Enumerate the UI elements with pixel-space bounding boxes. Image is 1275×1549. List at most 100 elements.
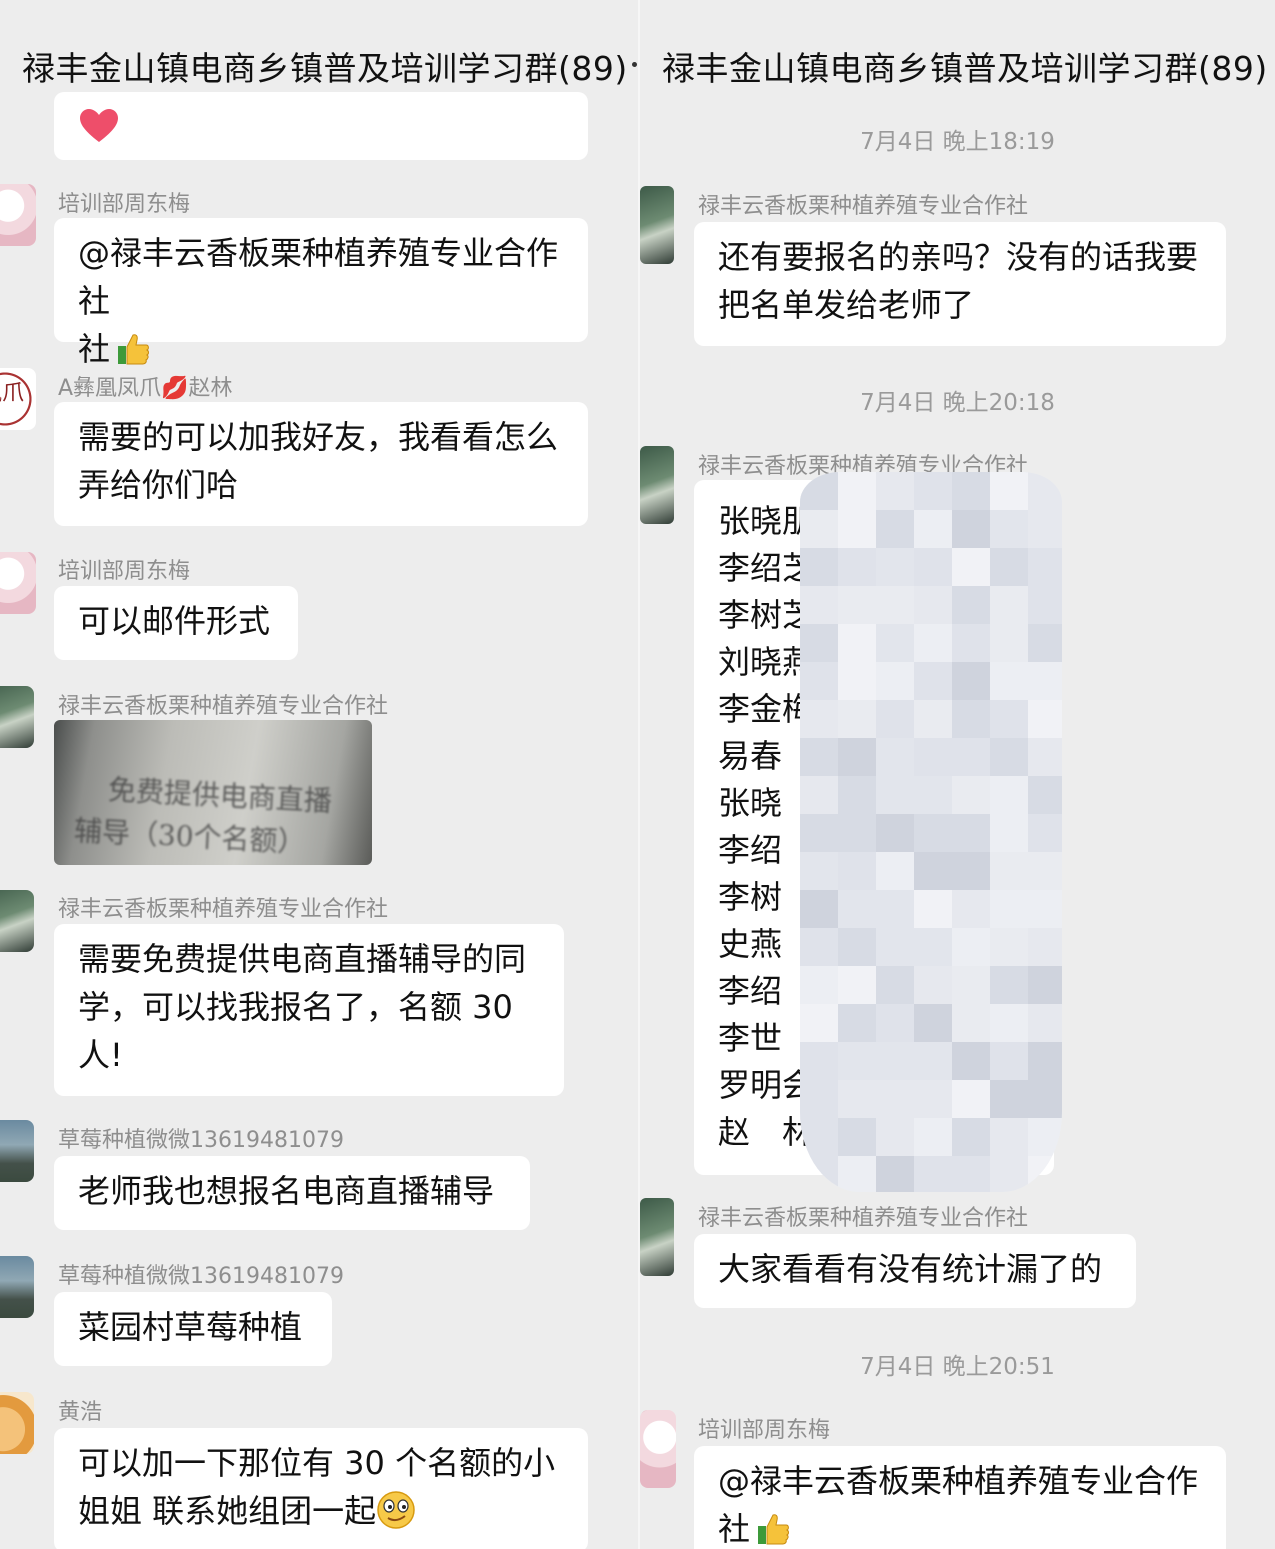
mosaic-cell: [952, 1080, 990, 1118]
message-bubble[interactable]: 需要免费提供电商直播辅导的同 学，可以找我报名了，名额 30 人!: [54, 924, 564, 1096]
sender-name: 草莓种植微微13619481079: [58, 1128, 344, 1153]
sender-name: 禄丰云香板栗种植养殖专业合作社: [698, 1206, 1029, 1231]
mosaic-cell: [876, 1004, 914, 1042]
mosaic-cell: [838, 586, 876, 624]
avatar[interactable]: [0, 184, 36, 246]
mosaic-cell: [800, 776, 838, 814]
mosaic-cell: [914, 700, 952, 738]
mosaic-cell: [990, 1042, 1028, 1080]
name-list-row: 易春: [718, 737, 783, 775]
mosaic-cell: [800, 662, 838, 700]
message-bubble-partial[interactable]: [54, 92, 588, 160]
mosaic-cell: [990, 624, 1028, 662]
name-list-row: 史燕: [718, 925, 783, 963]
mosaic-cell: [990, 1004, 1028, 1042]
message-bubble[interactable]: 还有要报名的亲吗？没有的话我要 把名单发给老师了: [694, 222, 1226, 346]
avatar[interactable]: [0, 686, 34, 748]
mosaic-cell: [914, 776, 952, 814]
mosaic-cell: [1028, 890, 1062, 928]
message-bubble[interactable]: 可以邮件形式: [54, 586, 298, 660]
mosaic-cell: [914, 1156, 952, 1192]
mosaic-cell: [800, 510, 838, 548]
mosaic-cell: [800, 472, 838, 510]
mosaic-cell: [914, 1004, 952, 1042]
mosaic-cell: [1028, 700, 1062, 738]
mosaic-cell: [990, 852, 1028, 890]
mosaic-cell: [952, 472, 990, 510]
mosaic-cell: [990, 738, 1028, 776]
mosaic-cell: [914, 852, 952, 890]
mosaic-cell: [838, 966, 876, 1004]
avatar[interactable]: [640, 1410, 676, 1488]
mosaic-cell: [800, 700, 838, 738]
avatar[interactable]: 凰爪: [0, 368, 36, 430]
message-text: 可以邮件形式: [78, 602, 271, 640]
mosaic-cell: [952, 890, 990, 928]
message-bubble[interactable]: @禄丰云香板栗种植养殖专业合作社 社: [54, 218, 588, 368]
mosaic-cell: [1028, 586, 1062, 624]
mosaic-cell: [876, 586, 914, 624]
mosaic-cell: [952, 776, 990, 814]
mosaic-cell: [952, 738, 990, 776]
message-text-line1: 可以加一下那位有 30 个名额的小: [78, 1444, 556, 1482]
mosaic-cell: [800, 1042, 838, 1080]
message-bubble[interactable]: 老师我也想报名电商直播辅导: [54, 1156, 530, 1230]
mosaic-cell: [838, 1004, 876, 1042]
sender-name: 培训部周东梅: [58, 192, 191, 217]
name-list-row: 李绍: [718, 972, 783, 1010]
mosaic-cell: [800, 852, 838, 890]
timestamp: 7月4日 晚上20:51: [860, 1354, 1055, 1380]
mosaic-cell: [1028, 1118, 1062, 1156]
avatar[interactable]: [640, 186, 674, 264]
mosaic-cell: [800, 586, 838, 624]
mosaic-cell: [838, 1080, 876, 1118]
mosaic-cell: [990, 1118, 1028, 1156]
mosaic-cell: [800, 1080, 838, 1118]
avatar[interactable]: [640, 446, 674, 524]
message-text-line1: 需要的可以加我好友，我看看怎么: [78, 418, 559, 456]
avatar[interactable]: [640, 1198, 674, 1276]
chat-title: 禄丰金山镇电商乡镇普及培训学习群(89): [662, 49, 1268, 88]
avatar[interactable]: [0, 1256, 34, 1318]
avatar[interactable]: [0, 1120, 34, 1182]
sender-name: A彝凰凤爪💋赵林: [58, 376, 233, 401]
avatar[interactable]: [0, 1392, 34, 1454]
mosaic-cell: [876, 1118, 914, 1156]
mosaic-cell: [876, 548, 914, 586]
mosaic-cell: [1028, 852, 1062, 890]
message-bubble[interactable]: @禄丰云香板栗种植养殖专业合作 社: [694, 1446, 1226, 1549]
mosaic-cell: [838, 700, 876, 738]
sender-name: 禄丰云香板栗种植养殖专业合作社: [58, 897, 389, 922]
thumbs-up-emoji-icon: [758, 1514, 790, 1545]
mosaic-cell: [876, 662, 914, 700]
avatar[interactable]: [0, 890, 34, 952]
mosaic-cell: [800, 890, 838, 928]
avatar[interactable]: [0, 552, 36, 614]
mosaic-cell: [838, 776, 876, 814]
mosaic-cell: [1028, 814, 1062, 852]
heart-emoji-icon: [80, 109, 118, 142]
mosaic-cell: [838, 852, 876, 890]
mosaic-cell: [990, 662, 1028, 700]
message-bubble[interactable]: 菜园村草莓种植: [54, 1292, 332, 1366]
message-bubble[interactable]: 需要的可以加我好友，我看看怎么 弄给你们哈: [54, 402, 588, 526]
message-text-line1: 需要免费提供电商直播辅导的同: [78, 940, 527, 978]
mosaic-cell: [952, 624, 990, 662]
mosaic-cell: [800, 624, 838, 662]
sender-name: 禄丰云香板栗种植养殖专业合作社: [698, 194, 1029, 219]
message-text-line1: @禄丰云香板栗种植养殖专业合作: [718, 1462, 1199, 1500]
mosaic-cell: [952, 510, 990, 548]
mosaic-cell: [876, 1156, 914, 1192]
mosaic-cell: [838, 1156, 876, 1192]
mosaic-cell: [990, 1080, 1028, 1118]
mosaic-cell: [876, 852, 914, 890]
message-text-line3: 人!: [78, 1036, 123, 1074]
message-bubble[interactable]: 可以加一下那位有 30 个名额的小 姐姐 联系她组团一起: [54, 1428, 588, 1549]
thumbs-up-emoji-icon: [118, 334, 150, 365]
mosaic-cell: [876, 928, 914, 966]
mosaic-cell: [990, 510, 1028, 548]
message-bubble[interactable]: 大家看看有没有统计漏了的: [694, 1234, 1136, 1308]
photo-message[interactable]: 免费提供电商直播 辅导（30个名额）: [54, 720, 372, 865]
message-text: 老师我也想报名电商直播辅导: [78, 1172, 495, 1210]
mosaic-cell: [876, 510, 914, 548]
